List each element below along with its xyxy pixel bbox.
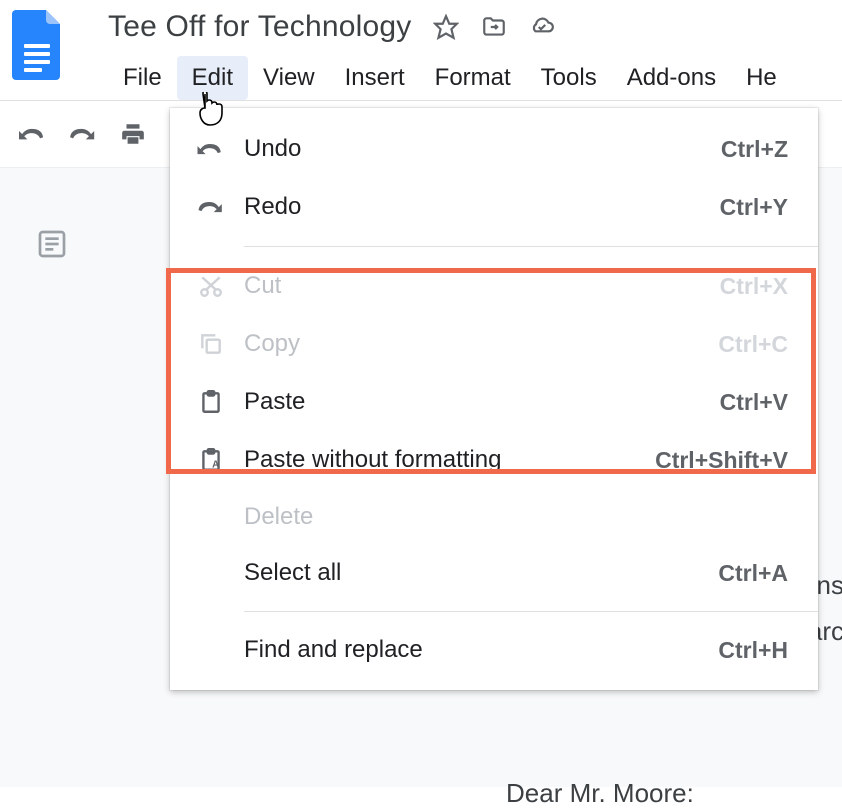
cut-icon	[196, 271, 226, 301]
menu-item-copy[interactable]: Copy Ctrl+C	[170, 315, 818, 373]
menu-item-label: Copy	[244, 330, 718, 358]
menu-item-find-replace[interactable]: Find and replace Ctrl+H	[170, 622, 818, 678]
print-button[interactable]	[118, 119, 148, 149]
menu-separator	[244, 611, 818, 612]
move-to-folder-icon[interactable]	[481, 14, 507, 40]
title-row: Tee Off for Technology	[108, 10, 792, 44]
menu-item-shortcut: Ctrl+Y	[720, 194, 788, 221]
document-outline-icon[interactable]	[36, 228, 68, 260]
menu-item-label: Select all	[244, 559, 718, 587]
app-header: Tee Off for Technology File Edit View In…	[0, 0, 842, 100]
title-area: Tee Off for Technology File Edit View In…	[108, 10, 792, 100]
document-title[interactable]: Tee Off for Technology	[108, 10, 411, 44]
menu-format[interactable]: Format	[420, 56, 526, 100]
menu-item-label: Cut	[244, 272, 720, 300]
menu-item-shortcut: Ctrl+Z	[721, 136, 788, 163]
copy-icon	[196, 329, 226, 359]
menu-help[interactable]: He	[731, 56, 792, 100]
menu-item-redo[interactable]: Redo Ctrl+Y	[170, 178, 818, 236]
menu-separator	[244, 246, 818, 247]
menu-item-paste[interactable]: Paste Ctrl+V	[170, 373, 818, 431]
menu-item-shortcut: Ctrl+A	[718, 560, 788, 587]
menu-item-shortcut: Ctrl+X	[720, 273, 788, 300]
svg-text:A: A	[212, 460, 219, 471]
menu-item-label: Find and replace	[244, 636, 718, 664]
doc-text-fragment: ns	[817, 570, 842, 601]
menu-item-shortcut: Ctrl+Shift+V	[655, 447, 788, 474]
menu-item-undo[interactable]: Undo Ctrl+Z	[170, 120, 818, 178]
menu-edit[interactable]: Edit	[177, 56, 248, 100]
edit-dropdown: Undo Ctrl+Z Redo Ctrl+Y Cut Ctrl+X Copy …	[170, 108, 818, 690]
menu-item-label: Redo	[244, 193, 720, 221]
undo-button[interactable]	[18, 119, 48, 149]
star-icon[interactable]	[433, 14, 459, 40]
menu-item-shortcut: Ctrl+V	[720, 389, 788, 416]
menu-item-label: Delete	[244, 503, 788, 531]
undo-icon	[196, 134, 226, 164]
menu-bar: File Edit View Insert Format Tools Add-o…	[108, 56, 792, 100]
menu-file[interactable]: File	[108, 56, 177, 100]
redo-icon	[196, 192, 226, 222]
menu-item-shortcut: Ctrl+C	[718, 331, 788, 358]
doc-text-fragment: Dear Mr. Moore:	[506, 778, 694, 809]
docs-logo-icon[interactable]	[12, 10, 64, 80]
menu-addons[interactable]: Add-ons	[612, 56, 731, 100]
cloud-status-icon[interactable]	[529, 14, 555, 40]
menu-item-select-all[interactable]: Select all Ctrl+A	[170, 545, 818, 601]
menu-item-delete[interactable]: Delete	[170, 489, 818, 545]
paste-nf-icon: A	[196, 445, 226, 475]
menu-insert[interactable]: Insert	[330, 56, 420, 100]
paste-icon	[196, 387, 226, 417]
redo-button[interactable]	[68, 119, 98, 149]
menu-item-paste-without-formatting[interactable]: A Paste without formatting Ctrl+Shift+V	[170, 431, 818, 489]
menu-item-shortcut: Ctrl+H	[718, 637, 788, 664]
menu-item-label: Undo	[244, 135, 721, 163]
menu-tools[interactable]: Tools	[526, 56, 612, 100]
menu-item-label: Paste	[244, 388, 720, 416]
menu-item-label: Paste without formatting	[244, 446, 655, 474]
menu-item-cut[interactable]: Cut Ctrl+X	[170, 257, 818, 315]
menu-view[interactable]: View	[248, 56, 330, 100]
